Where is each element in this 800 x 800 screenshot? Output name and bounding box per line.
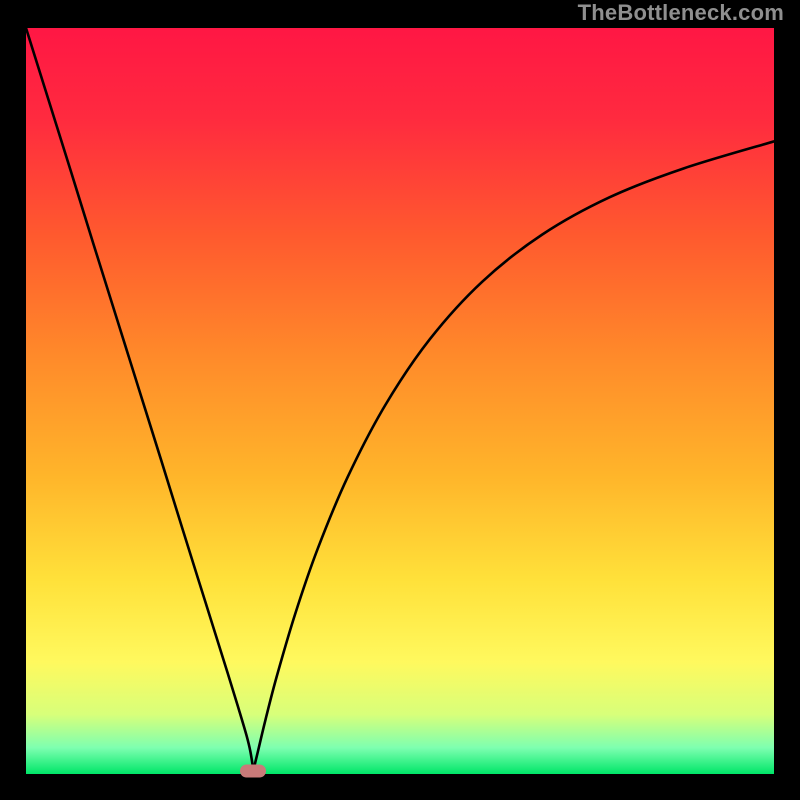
chart-stage: TheBottleneck.com	[0, 0, 800, 800]
series-right-branch	[253, 141, 774, 770]
plot-area	[26, 28, 774, 774]
watermark-text: TheBottleneck.com	[578, 0, 784, 26]
series-left-branch	[26, 28, 253, 770]
curve-layer	[26, 28, 774, 774]
minimum-marker	[240, 765, 266, 778]
